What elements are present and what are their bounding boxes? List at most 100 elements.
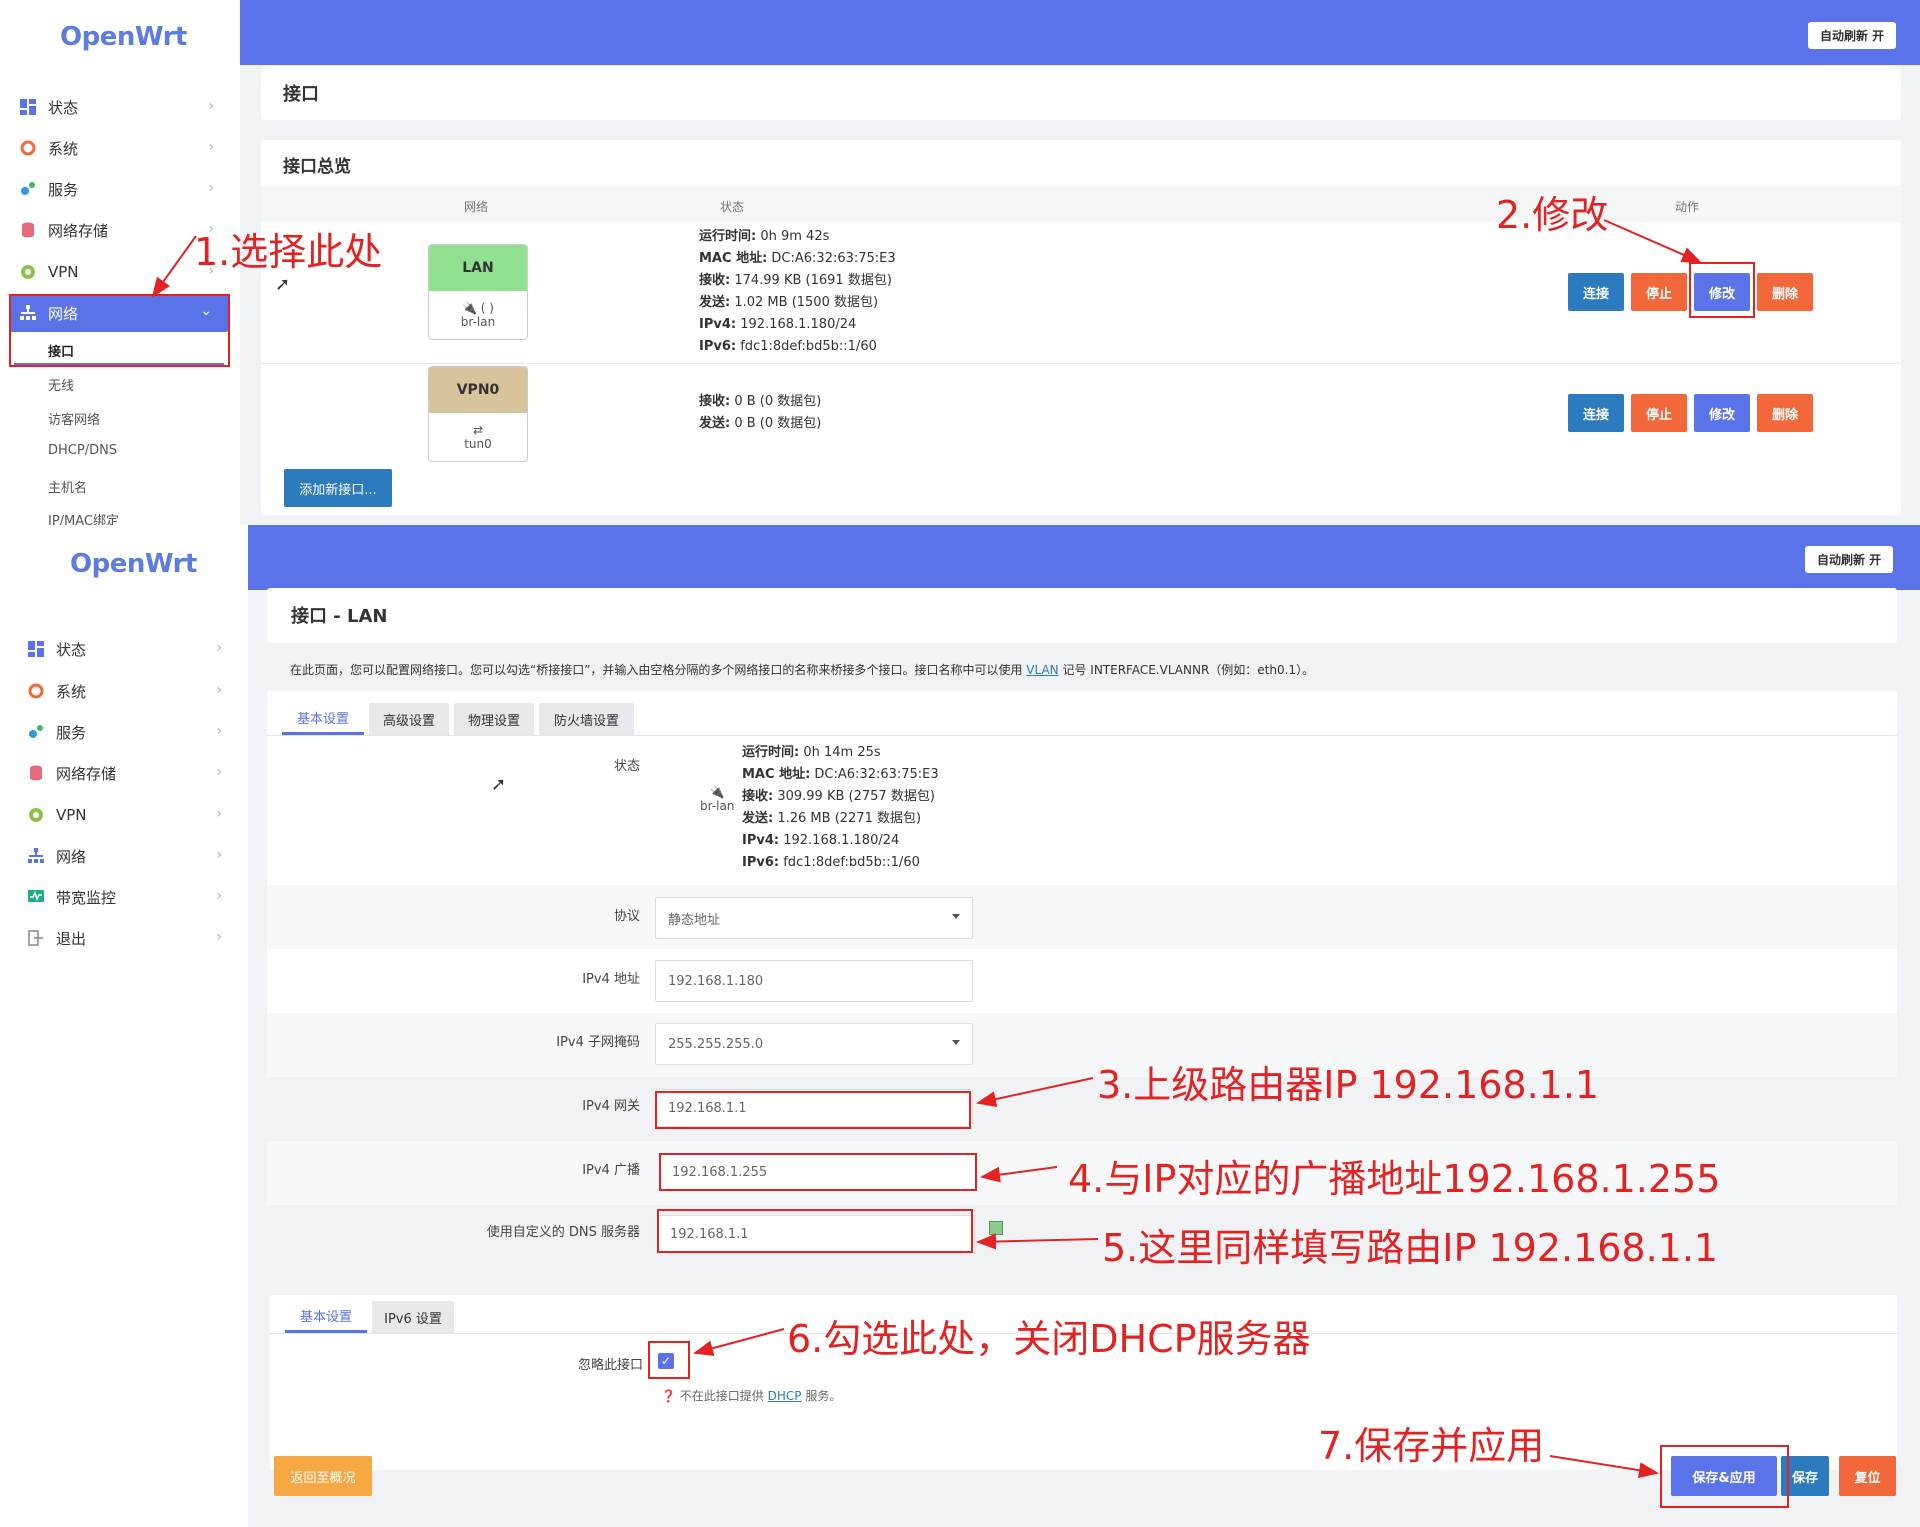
vlan-link[interactable]: VLAN (1026, 663, 1058, 677)
add-dns-icon[interactable] (989, 1221, 1003, 1235)
sidebar-item-label: 网络存储 (48, 221, 109, 240)
sidebar-item-services[interactable]: 服务 › (0, 170, 230, 208)
device-name: tun0 (464, 437, 492, 451)
sidebar-item-status[interactable]: 状态 › (8, 630, 238, 668)
chevron-right-icon: › (216, 929, 222, 945)
auto-refresh-button[interactable]: 自动刷新 开 (1808, 22, 1897, 49)
gateway-label: IPv4 网关 (582, 1099, 640, 1114)
column-header-network: 网络 (464, 200, 489, 214)
vpn-icon (28, 807, 44, 823)
vpn0-stop-button[interactable]: 停止 (1631, 394, 1687, 432)
sidebar-item-network[interactable]: 网络 › (8, 837, 238, 875)
netmask-select[interactable]: 255.255.255.0 (655, 1023, 973, 1065)
table-header: 网络 状态 动作 (261, 186, 1901, 222)
annotation-3: 3.上级路由器IP 192.168.1.1 (1097, 1063, 1600, 1107)
vpn0-delete-button[interactable]: 删除 (1757, 394, 1813, 432)
mouse-cursor-icon: ➚ (491, 774, 507, 795)
sidebar-subitem-ipmac[interactable]: IP/MAC绑定 (48, 510, 119, 525)
chevron-right-icon: › (208, 98, 214, 114)
ipv4-address-input[interactable]: 192.168.1.180 (655, 960, 973, 1002)
sidebar-item-logout[interactable]: 退出 › (8, 919, 238, 957)
sidebar-item-vpn[interactable]: VPN › (8, 796, 238, 834)
page-title: 接口 (283, 84, 319, 105)
sidebar-item-label: 网络存储 (56, 764, 117, 783)
ethernet-icon: 🔌 (709, 785, 725, 799)
chevron-right-icon: › (208, 180, 214, 196)
sidebar: OpenWrt 状态 › 系统 › 服务 › 网络存储 › VPN › 网络 › 带宽监控 › (0, 525, 248, 1527)
vpn0-edit-button[interactable]: 修改 (1694, 394, 1750, 432)
sidebar-item-status[interactable]: 状态 › (0, 88, 230, 126)
annotation-box-broadcast (659, 1153, 977, 1191)
annotation-2: 2.修改 (1496, 193, 1609, 237)
vpn0-status: 接收: 0 B (0 数据包) 发送: 0 B (0 数据包) (699, 394, 822, 431)
sidebar-subitem-dhcp[interactable]: DHCP/DNS (48, 443, 117, 458)
chevron-right-icon: › (216, 847, 222, 863)
reset-button[interactable]: 复位 (1839, 1456, 1896, 1496)
chevron-right-icon: › (216, 682, 222, 698)
sidebar-item-services[interactable]: 服务 › (8, 713, 238, 751)
sidebar-subitem-wireless[interactable]: 无线 (48, 375, 74, 394)
protocol-label: 协议 (613, 909, 640, 924)
sidebar-subitem-hostnames[interactable]: 主机名 (48, 477, 87, 496)
interface-device: ⇄ tun0 (429, 413, 527, 461)
logout-icon (28, 930, 44, 946)
netmask-label: IPv4 子网掩码 (556, 1035, 640, 1050)
tab-advanced-settings[interactable]: 高级设置 (369, 703, 449, 735)
auto-refresh-button[interactable]: 自动刷新 开 (1805, 546, 1894, 573)
gateway-row: IPv4 网关 192.168.1.1 (267, 1077, 1897, 1141)
back-to-overview-button[interactable]: 返回至概况 (274, 1456, 372, 1496)
row-divider (261, 363, 1901, 364)
tab-firewall-settings[interactable]: 防火墙设置 (539, 703, 634, 735)
sidebar-item-label: 服务 (48, 180, 79, 199)
mouse-cursor-icon: ➚ (275, 274, 291, 295)
annotation-5: 5.这里同样填写路由IP 192.168.1.1 (1102, 1226, 1719, 1270)
ipv4-address-label: IPv4 地址 (582, 972, 640, 987)
tab-basic-settings[interactable]: 基本设置 (282, 703, 364, 735)
column-header-status: 状态 (720, 200, 745, 214)
netmask-row: IPv4 子网掩码 255.255.255.0 (267, 1013, 1897, 1077)
add-interface-button[interactable]: 添加新接口... (284, 469, 392, 507)
vpn0-connect-button[interactable]: 连接 (1568, 394, 1624, 432)
chevron-right-icon: › (208, 139, 214, 155)
sidebar-item-system[interactable]: 系统 › (0, 129, 230, 167)
chevron-right-icon: › (216, 764, 222, 780)
dhcp-tab-ipv6[interactable]: IPv6 设置 (372, 1301, 454, 1333)
sidebar-item-label: 服务 (56, 723, 87, 742)
sidebar-item-label: 带宽监控 (56, 888, 117, 907)
sidebar-item-system[interactable]: 系统 › (8, 672, 238, 710)
dhcp-link[interactable]: DHCP (768, 1389, 802, 1403)
storage-icon (28, 765, 44, 781)
annotation-box-edit (1689, 262, 1755, 318)
lan-delete-button[interactable]: 删除 (1757, 273, 1813, 311)
annotation-box-gateway (655, 1091, 971, 1129)
page-description: 在此页面，您可以配置网络接口。您可以勾选“桥接接口”，并输入由空格分隔的多个网络… (290, 663, 1315, 677)
chevron-right-icon: › (216, 723, 222, 739)
openwrt-logo: OpenWrt (60, 22, 187, 52)
openwrt-logo: OpenWrt (70, 549, 197, 579)
annotation-box-save-apply (1660, 1445, 1789, 1508)
interface-name: VPN0 (429, 367, 527, 413)
dhcp-tab-basic[interactable]: 基本设置 (285, 1301, 367, 1333)
lan-connect-button[interactable]: 连接 (1568, 273, 1624, 311)
lan-stop-button[interactable]: 停止 (1631, 273, 1687, 311)
sidebar-subitem-guest[interactable]: 访客网络 (48, 409, 100, 428)
sidebar-item-label: VPN (56, 806, 87, 824)
chevron-right-icon: › (216, 806, 222, 822)
sidebar-item-bandwidth[interactable]: 带宽监控 › (8, 878, 238, 916)
sidebar-item-label: VPN (48, 263, 79, 281)
chevron-right-icon: › (216, 888, 222, 904)
sidebar-item-storage[interactable]: 网络存储 › (8, 754, 238, 792)
dashboard-icon (20, 99, 36, 115)
top-bar (248, 525, 1920, 590)
sidebar-item-label: 网络 (56, 847, 87, 866)
tab-physical-settings[interactable]: 物理设置 (454, 703, 534, 735)
page-title-card: 接口 - LAN (267, 588, 1897, 643)
interface-name: LAN (429, 245, 527, 291)
sidebar-item-label: 状态 (48, 98, 79, 117)
protocol-select[interactable]: 静态地址 (655, 897, 973, 939)
interface-badge-vpn0: VPN0 ⇄ tun0 (428, 366, 528, 462)
sidebar-item-label: 状态 (56, 640, 87, 659)
annotation-4: 4.与IP对应的广播地址192.168.1.255 (1068, 1157, 1721, 1201)
sidebar-item-label: 系统 (56, 682, 87, 701)
ignore-interface-label: 忽略此接口 (577, 1358, 643, 1373)
